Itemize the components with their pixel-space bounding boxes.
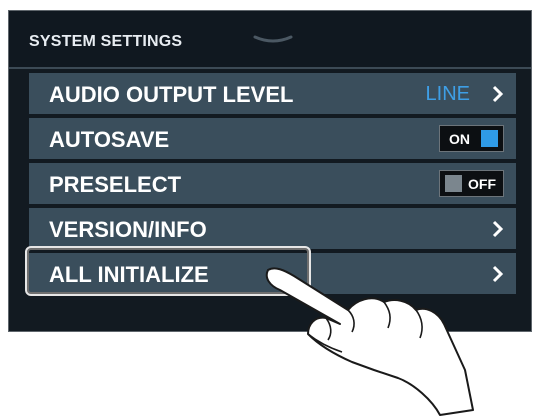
page-title: SYSTEM SETTINGS: [29, 33, 183, 50]
preselect-toggle-text: OFF: [468, 176, 496, 192]
version-info-label: VERSION/INFO: [49, 217, 207, 242]
toggle-knob: [481, 130, 498, 147]
chevron-right-icon: [492, 265, 504, 283]
audio-output-level-label: AUDIO OUTPUT LEVEL: [49, 82, 294, 107]
chevron-right-icon: [492, 85, 504, 103]
row-preselect[interactable]: PRESELECT OFF: [29, 163, 516, 204]
autosave-toggle[interactable]: ON: [439, 125, 504, 152]
toggle-knob: [445, 175, 462, 192]
pointing-hand-icon: [265, 267, 474, 416]
preselect-toggle[interactable]: OFF: [439, 170, 504, 197]
row-audio-output-level[interactable]: AUDIO OUTPUT LEVEL LINE: [29, 73, 516, 114]
autosave-toggle-text: ON: [449, 131, 470, 147]
autosave-label: AUTOSAVE: [49, 127, 170, 152]
audio-output-level-value: LINE: [425, 83, 470, 105]
row-version-info[interactable]: VERSION/INFO: [29, 208, 516, 249]
header-bar: SYSTEM SETTINGS: [9, 11, 531, 69]
row-autosave[interactable]: AUTOSAVE ON: [29, 118, 516, 159]
chevron-right-icon: [492, 220, 504, 238]
preselect-label: PRESELECT: [49, 172, 182, 197]
drag-handle-icon[interactable]: [253, 35, 293, 45]
